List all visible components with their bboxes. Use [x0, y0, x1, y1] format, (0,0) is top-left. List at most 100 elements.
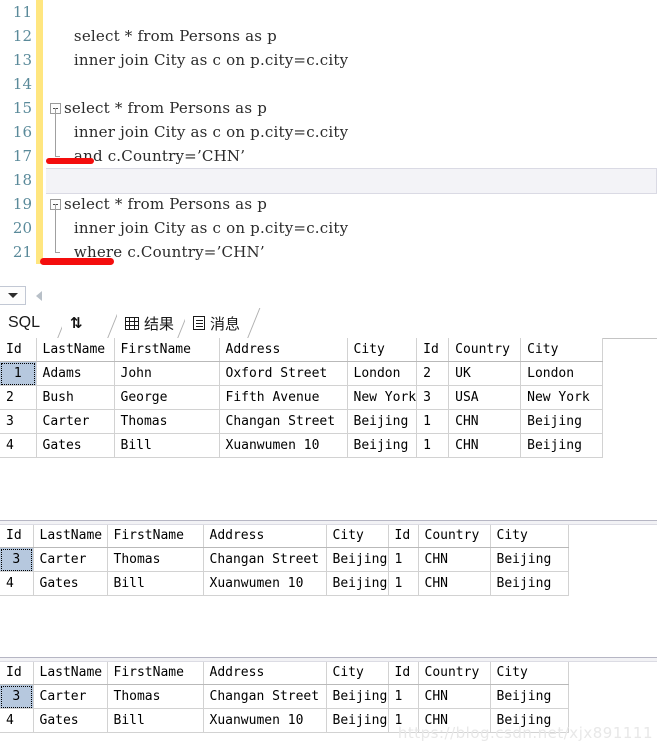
column-header[interactable]: Id — [0, 338, 37, 362]
fold-collapse-button[interactable] — [48, 192, 62, 216]
code-lines-container[interactable]: 11 12 select * from Persons as p 13 inner … — [0, 0, 657, 264]
table-cell[interactable]: Thomas — [114, 409, 220, 434]
column-header[interactable]: Id — [0, 524, 34, 548]
tab-results[interactable]: 结果 — [117, 308, 183, 338]
column-header[interactable]: LastName — [33, 524, 108, 548]
results-grid-1[interactable]: Id LastName FirstName Address City Id Country C… — [0, 338, 604, 458]
results-grid-2[interactable]: Id LastName FirstName Address City Id Country C… — [0, 524, 569, 596]
table-cell[interactable]: Beijing — [326, 708, 389, 733]
table-cell[interactable]: London — [520, 361, 604, 386]
column-header[interactable]: City — [326, 661, 389, 685]
code-line[interactable]: 19 select * from Persons as p — [0, 192, 657, 216]
table-cell[interactable]: Thomas — [107, 684, 204, 709]
column-header[interactable]: Country — [418, 524, 491, 548]
column-header[interactable]: FirstName — [107, 661, 204, 685]
column-header[interactable]: City — [520, 338, 604, 362]
column-header[interactable]: Id — [388, 661, 419, 685]
table-cell[interactable]: Beijing — [520, 433, 604, 458]
column-header[interactable]: Address — [203, 524, 327, 548]
tab-messages[interactable]: 消息 — [185, 308, 249, 338]
code-line[interactable]: 15 select * from Persons as p — [0, 96, 657, 120]
column-header[interactable]: Id — [416, 338, 450, 362]
results-table[interactable]: Id LastName FirstName Address City Id Country C… — [0, 524, 569, 596]
table-cell[interactable]: Thomas — [107, 547, 204, 572]
table-cell[interactable]: CHN — [418, 547, 491, 572]
table-cell[interactable]: Beijing — [490, 571, 569, 596]
table-cell[interactable]: 2 — [416, 361, 450, 386]
table-cell[interactable]: New York — [520, 385, 604, 410]
table-cell[interactable]: 1 — [416, 433, 450, 458]
table-cell[interactable]: Beijing — [490, 684, 569, 709]
tab-sort[interactable]: ⇅ — [62, 308, 94, 338]
table-cell[interactable]: 1 — [388, 547, 419, 572]
column-header[interactable]: Id — [388, 524, 419, 548]
code-line[interactable]: 12 select * from Persons as p — [0, 24, 657, 48]
table-cell[interactable]: London — [347, 361, 418, 386]
table-cell[interactable]: Fifth Avenue — [219, 385, 348, 410]
table-row[interactable]: 3 Carter Thomas Changan Street Beijing 1 CHN Be… — [0, 409, 604, 434]
table-cell[interactable]: Bill — [107, 708, 204, 733]
table-cell[interactable]: John — [114, 361, 220, 386]
table-cell[interactable]: Beijing — [347, 409, 418, 434]
table-cell[interactable]: 4 — [0, 571, 34, 596]
column-header[interactable]: FirstName — [107, 524, 204, 548]
column-header[interactable]: Id — [0, 661, 34, 685]
table-cell[interactable]: Bill — [107, 571, 204, 596]
table-cell[interactable]: Oxford Street — [219, 361, 348, 386]
tab-sql[interactable]: SQL — [0, 308, 49, 338]
fold-collapse-button[interactable] — [48, 96, 62, 120]
table-cell[interactable]: 1 — [388, 684, 419, 709]
column-header[interactable]: Country — [448, 338, 522, 362]
table-cell-selected[interactable]: 3 — [0, 547, 34, 572]
table-cell[interactable]: 1 — [416, 409, 450, 434]
table-cell-selected[interactable]: 1 — [0, 361, 37, 386]
table-cell[interactable]: Xuanwumen 10 — [203, 571, 327, 596]
scope-dropdown-button[interactable] — [0, 286, 26, 305]
table-cell[interactable]: CHN — [448, 409, 522, 434]
table-row[interactable]: 3 Carter Thomas Changan Street Beijing 1 CHN Be… — [0, 684, 569, 709]
table-cell[interactable]: Changan Street — [203, 684, 327, 709]
table-cell[interactable]: Xuanwumen 10 — [219, 433, 348, 458]
table-cell[interactable]: Gates — [33, 708, 108, 733]
table-cell-selected[interactable]: 3 — [0, 684, 34, 709]
table-row[interactable]: 3 Carter Thomas Changan Street Beijing 1 CHN Be… — [0, 547, 569, 572]
code-line[interactable]: 16 inner join City as c on p.city=c.city — [0, 120, 657, 144]
column-header[interactable]: City — [490, 661, 569, 685]
column-header[interactable]: City — [490, 524, 569, 548]
column-header[interactable]: City — [347, 338, 418, 362]
table-cell[interactable]: 3 — [0, 409, 37, 434]
table-row[interactable]: 4 Gates Bill Xuanwumen 10 Beijing 1 CHN Beijing — [0, 571, 569, 596]
table-cell[interactable]: Changan Street — [203, 547, 327, 572]
table-cell[interactable]: 4 — [0, 433, 37, 458]
sql-code-editor[interactable]: 11 12 select * from Persons as p 13 inner … — [0, 0, 657, 286]
table-cell[interactable]: 2 — [0, 385, 37, 410]
results-tabbar[interactable]: SQL ⇅ 结果 消息 — [0, 306, 657, 339]
column-header[interactable]: City — [326, 524, 389, 548]
table-cell[interactable]: Xuanwumen 10 — [203, 708, 327, 733]
table-cell[interactable]: CHN — [418, 571, 491, 596]
table-cell[interactable]: New York — [347, 385, 418, 410]
table-cell[interactable]: Beijing — [326, 547, 389, 572]
tab-scroll-left-button[interactable] — [29, 286, 49, 305]
table-cell[interactable]: Carter — [33, 547, 108, 572]
code-line[interactable]: 20 inner join City as c on p.city=c.city — [0, 216, 657, 240]
table-cell[interactable]: Gates — [36, 433, 115, 458]
table-cell[interactable]: Beijing — [326, 571, 389, 596]
table-cell[interactable]: CHN — [418, 684, 491, 709]
code-line[interactable]: 13 inner join City as c on p.city=c.city — [0, 48, 657, 72]
column-header[interactable]: LastName — [33, 661, 108, 685]
results-grid-3[interactable]: Id LastName FirstName Address City Id Country C… — [0, 661, 569, 733]
code-line[interactable]: 17 and c.Country=’CHN’ — [0, 144, 657, 168]
column-header[interactable]: FirstName — [114, 338, 220, 362]
code-line[interactable]: 11 — [0, 0, 657, 24]
table-cell[interactable]: Adams — [36, 361, 115, 386]
column-header[interactable]: Address — [219, 338, 348, 362]
table-cell[interactable]: Bill — [114, 433, 220, 458]
table-cell[interactable]: USA — [448, 385, 522, 410]
column-header[interactable]: Address — [203, 661, 327, 685]
table-cell[interactable]: Gates — [33, 571, 108, 596]
table-cell[interactable]: Bush — [36, 385, 115, 410]
table-row[interactable]: 1 Adams John Oxford Street London 2 UK London — [0, 361, 604, 386]
table-cell[interactable]: Beijing — [490, 547, 569, 572]
grid-panel-separator[interactable] — [0, 520, 657, 525]
